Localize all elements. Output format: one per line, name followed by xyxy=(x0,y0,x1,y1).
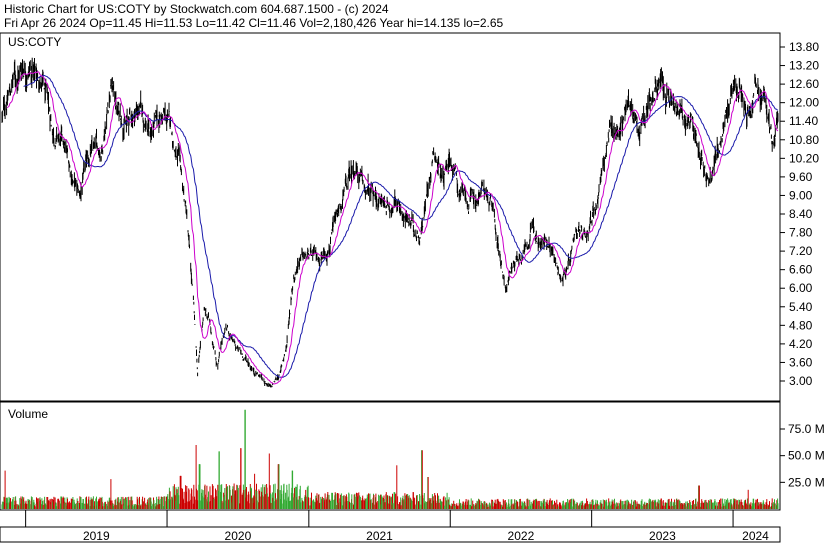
price-tick-label: 3.00 xyxy=(789,374,813,388)
price-tick-label: 7.20 xyxy=(789,244,813,258)
price-tick-label: 12.60 xyxy=(789,77,819,91)
volume-tick-label: 50.0 M xyxy=(788,449,825,463)
chart-background xyxy=(0,0,830,543)
price-tick-label: 7.80 xyxy=(789,226,813,240)
chart-header-line1: Historic Chart for US:COTY by Stockwatch… xyxy=(4,2,389,16)
price-tick-label: 3.60 xyxy=(789,355,813,369)
year-label: 2022 xyxy=(508,529,535,543)
volume-label: Volume xyxy=(8,407,48,421)
year-label: 2024 xyxy=(742,529,769,543)
year-label: 2021 xyxy=(366,529,393,543)
price-tick-label: 11.40 xyxy=(789,114,818,128)
price-tick-label: 9.60 xyxy=(789,170,813,184)
year-label: 2023 xyxy=(649,529,676,543)
price-tick-label: 13.20 xyxy=(789,59,819,73)
symbol-label: US:COTY xyxy=(8,35,61,49)
volume-tick-label: 25.0 M xyxy=(788,475,825,489)
price-tick-label: 4.20 xyxy=(789,337,813,351)
year-label: 2019 xyxy=(83,529,110,543)
price-tick-label: 6.60 xyxy=(789,263,813,277)
stock-chart: Historic Chart for US:COTY by Stockwatch… xyxy=(0,0,830,543)
price-tick-label: 13.80 xyxy=(789,40,819,54)
price-tick-label: 8.40 xyxy=(789,207,813,221)
chart-header-line2: Fri Apr 26 2024 Op=11.45 Hi=11.53 Lo=11.… xyxy=(4,16,504,30)
price-tick-label: 4.80 xyxy=(789,318,813,332)
price-tick-label: 10.20 xyxy=(789,151,819,165)
price-tick-label: 9.00 xyxy=(789,188,813,202)
price-tick-label: 10.80 xyxy=(789,133,819,147)
price-tick-label: 5.40 xyxy=(789,300,813,314)
volume-tick-label: 75.0 M xyxy=(788,422,825,436)
year-label: 2020 xyxy=(225,529,252,543)
price-tick-label: 12.00 xyxy=(789,96,819,110)
price-tick-label: 6.00 xyxy=(789,281,813,295)
